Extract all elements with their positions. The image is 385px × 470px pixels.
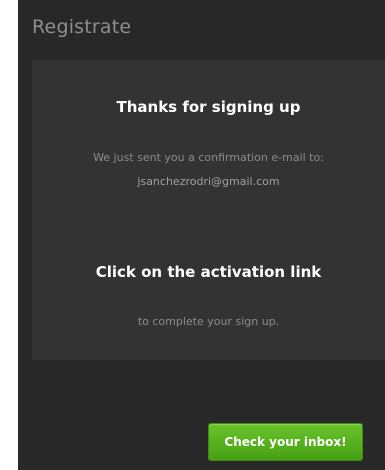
dialog-title: Registrate [32,16,132,38]
check-inbox-button[interactable]: Check your inbox! [208,423,363,461]
activation-heading: Click on the activation link [95,263,322,281]
thanks-heading: Thanks for signing up [116,98,301,116]
confirmation-panel: Thanks for signing up We just sent you a… [32,60,385,360]
email-address: jsanchezrodri@gmail.com [137,175,280,188]
complete-message: to complete your sign up. [137,315,280,328]
signup-dialog: Registrate Thanks for signing up We just… [18,0,385,470]
sent-message: We just sent you a confirmation e-mail t… [93,151,324,164]
